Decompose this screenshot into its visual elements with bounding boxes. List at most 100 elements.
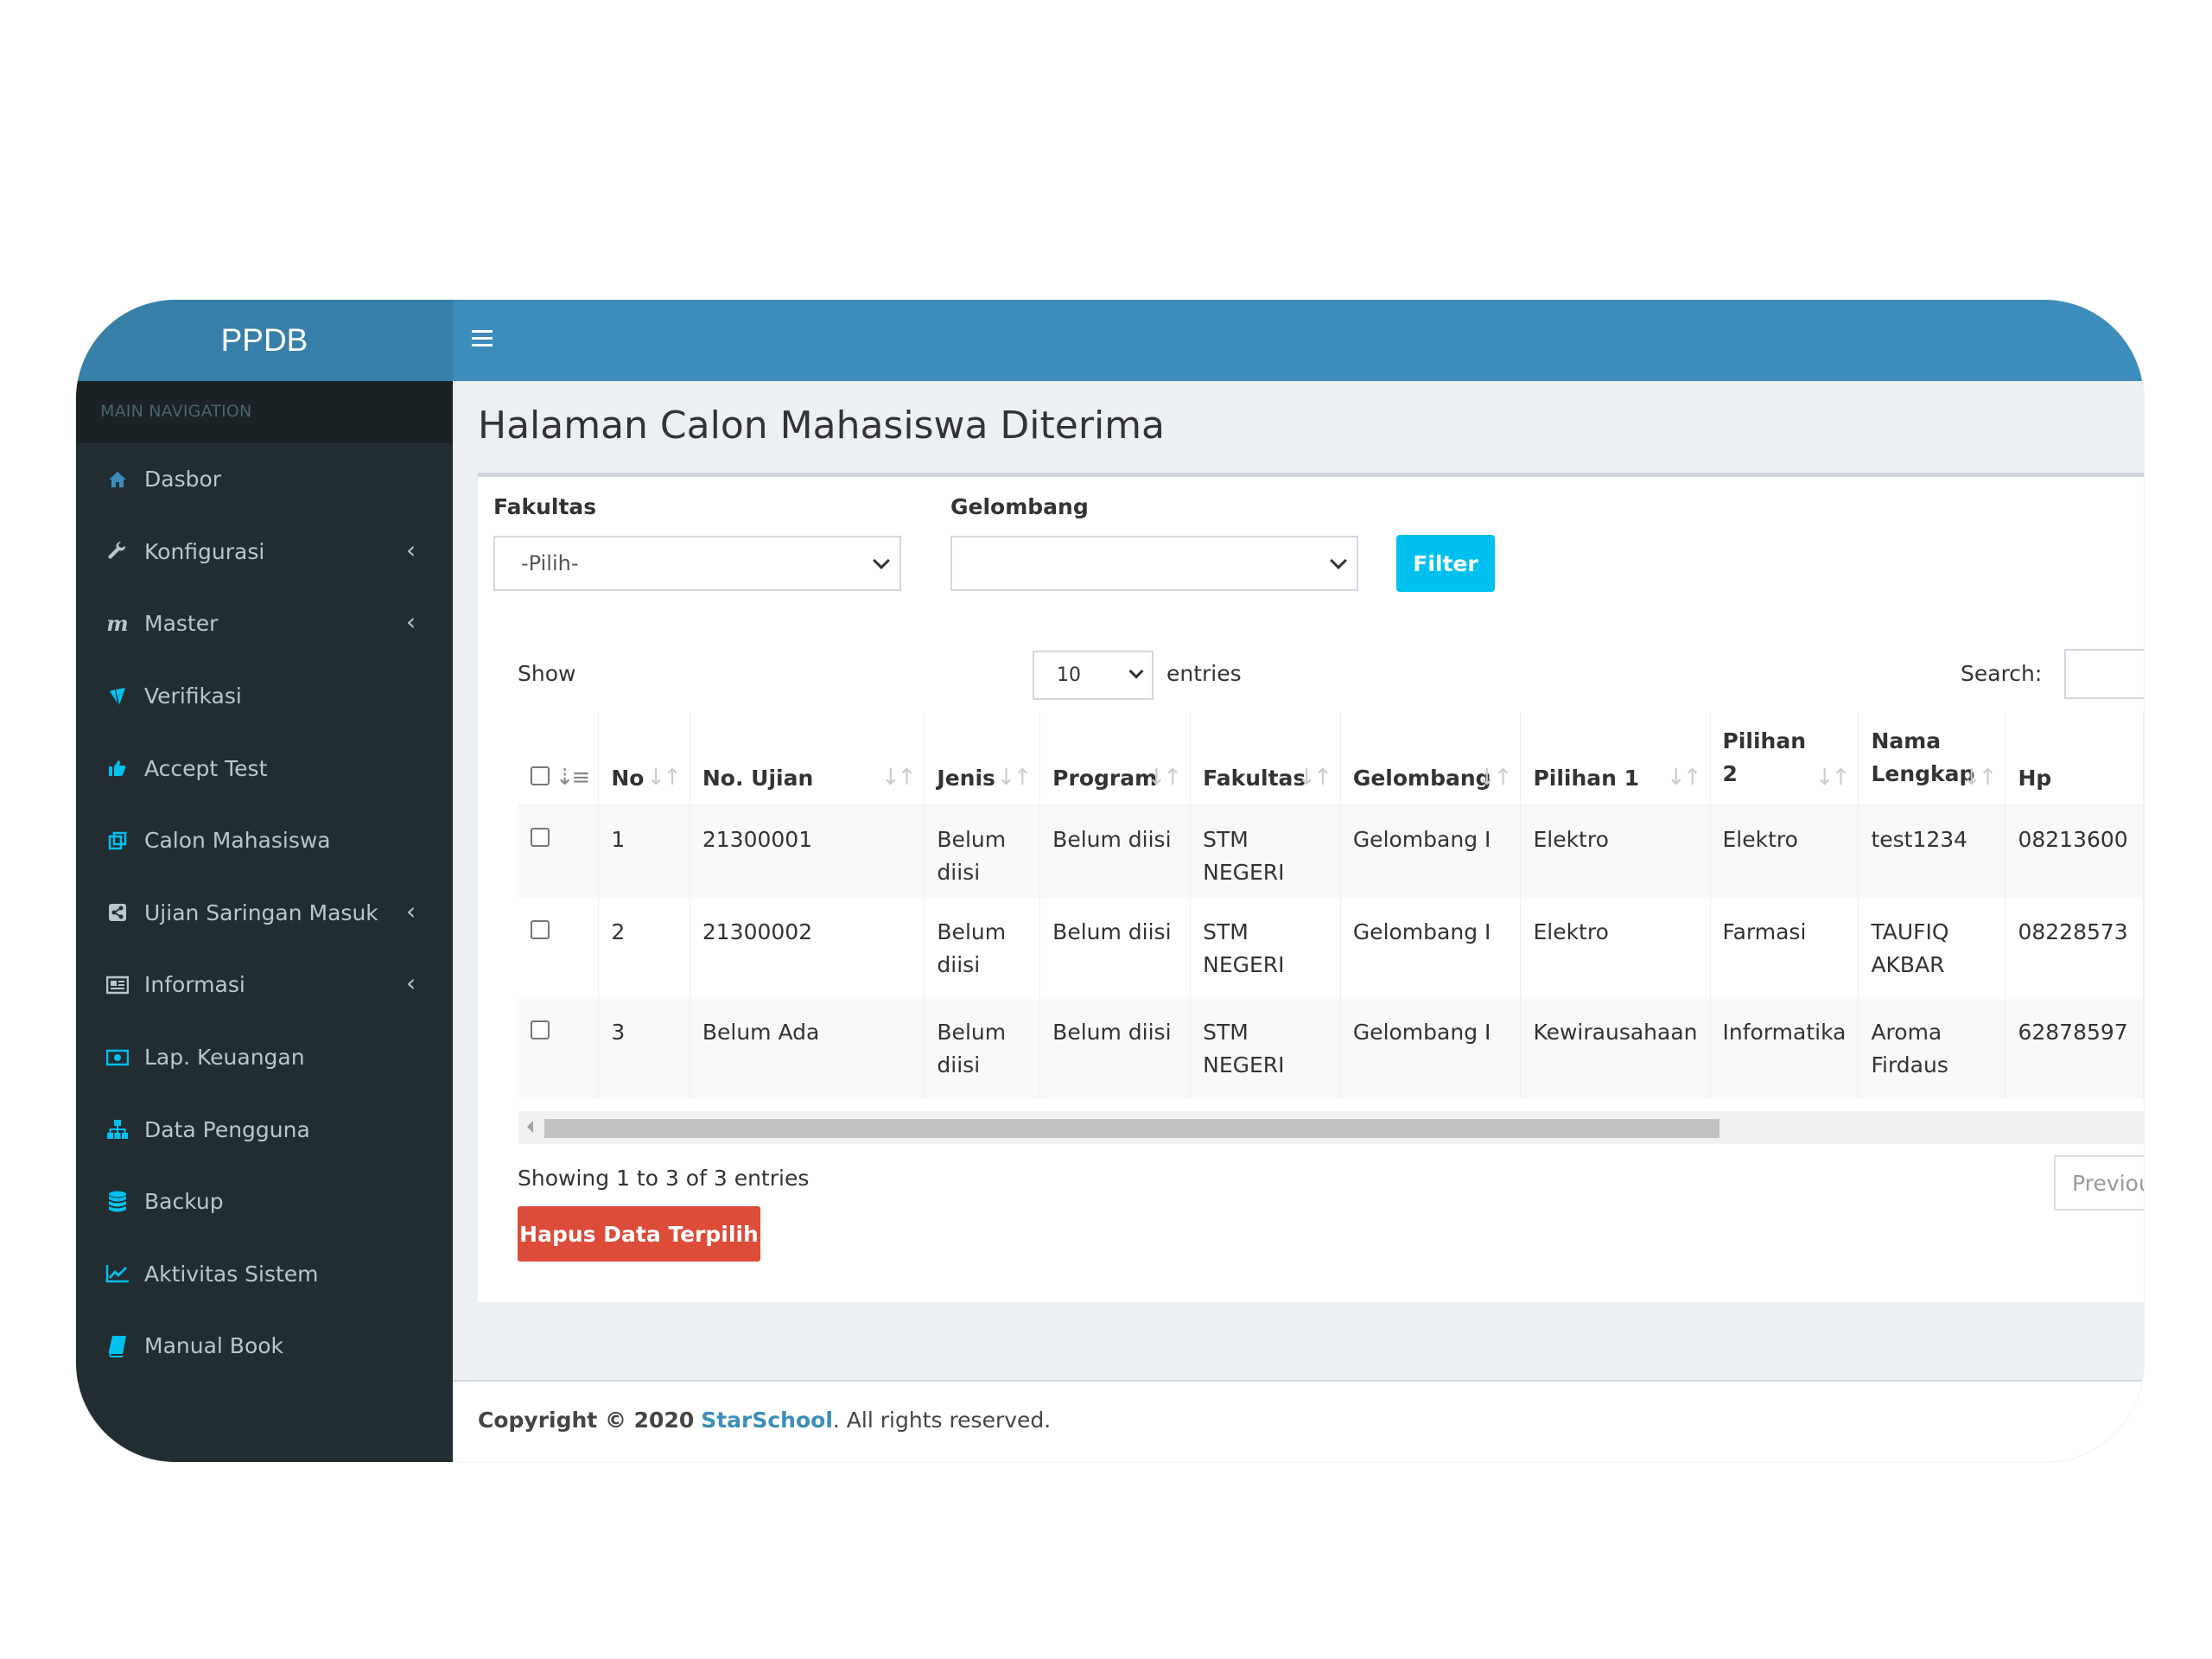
column-header-hp[interactable]: Hp: [2005, 712, 2144, 806]
chevron-left-icon: ‹: [406, 896, 416, 925]
sort-icon: ↓↑: [1961, 765, 1998, 791]
sidebar-item-verifikasi[interactable]: Verifikasi: [76, 660, 453, 733]
clone-icon: [105, 828, 130, 854]
sidebar-item-ujian-saringan-masuk[interactable]: Ujian Saringan Masuk ‹: [76, 877, 453, 950]
sidebar: MAIN NAVIGATION Dasbor Konfigurasi ‹ m M…: [76, 381, 453, 1462]
column-header-jenis[interactable]: Jenis ↓↑: [924, 712, 1041, 806]
column-header-no-ujian[interactable]: No. Ujian ↓↑: [690, 712, 925, 806]
table-cell: 3: [598, 999, 690, 1099]
sidebar-toggle-icon[interactable]: [472, 330, 493, 349]
sidebar-item-label: Calon Mahasiswa: [144, 828, 331, 854]
money-icon: [105, 1045, 130, 1071]
table-cell: Belum diisi: [924, 899, 1041, 999]
scroll-left-icon[interactable]: [527, 1121, 533, 1133]
app-logo[interactable]: PPDB: [76, 300, 453, 381]
row-checkbox[interactable]: [531, 920, 550, 939]
sidebar-item-informasi[interactable]: Informasi ‹: [76, 949, 453, 1021]
column-header-program[interactable]: Program ↓↑: [1039, 712, 1192, 806]
table-cell: Belum diisi: [1039, 805, 1192, 899]
fakultas-selected-value: -Pilih-: [521, 551, 579, 575]
wrench-icon: [105, 538, 130, 564]
fakultas-select[interactable]: -Pilih-: [493, 536, 901, 591]
table-cell: Gelombang I: [1340, 999, 1522, 1099]
sidebar-item-aktivitas-sistem[interactable]: Aktivitas Sistem: [76, 1238, 453, 1311]
sidebar-item-konfigurasi[interactable]: Konfigurasi ‹: [76, 516, 453, 588]
row-checkbox[interactable]: [531, 1020, 550, 1039]
app-window: PPDB MAIN NAVIGATION Dasbor Konfigurasi …: [76, 300, 2144, 1462]
sidebar-item-label: Informasi: [144, 972, 245, 998]
entries-length-select[interactable]: 10: [1033, 651, 1154, 700]
column-header-gelombang[interactable]: Gelombang ↓↑: [1340, 712, 1522, 806]
table-cell: 08228573: [2005, 899, 2144, 999]
table-cell: 62878597: [2005, 999, 2144, 1099]
table-row: 1 21300001 Belum diisi Belum diisi STM N…: [518, 805, 2144, 899]
chevron-left-icon: ‹: [406, 607, 416, 637]
sidebar-item-label: Ujian Saringan Masuk: [144, 899, 378, 925]
verify-icon: [105, 683, 130, 709]
share-icon: [105, 899, 130, 925]
table-header-row: ⇣≡ No ↓↑ No. Ujian ↓↑ Jenis ↓↑ Program ↓↑ Fa…: [518, 712, 2144, 806]
table-cell: STM NEGERI: [1190, 999, 1341, 1099]
table-cell: 21300001: [690, 805, 925, 899]
content-box: Fakultas -Pilih- Gelombang Filter Show 1…: [478, 473, 2144, 1302]
sidebar-item-label: Accept Test: [144, 755, 268, 781]
pagination-previous[interactable]: Previous: [2054, 1155, 2144, 1211]
data-table-wrapper: ⇣≡ No ↓↑ No. Ujian ↓↑ Jenis ↓↑ Program ↓↑ Fa…: [518, 712, 2144, 1109]
footer: Copyright © 2020 StarSchool. All rights …: [453, 1380, 2144, 1462]
gelombang-label: Gelombang: [950, 494, 1089, 519]
delete-selected-button[interactable]: Hapus Data Terpilih: [518, 1206, 760, 1262]
table-cell: Gelombang I: [1340, 805, 1522, 899]
table-cell: Aroma Firdaus: [1858, 999, 2006, 1099]
book-icon: [105, 1333, 130, 1359]
sidebar-item-label: Dasbor: [144, 467, 222, 493]
column-header-pilihan-1[interactable]: Pilihan 1 ↓↑: [1520, 712, 1711, 806]
select-all-checkbox[interactable]: [531, 766, 550, 785]
newspaper-icon: [105, 972, 130, 998]
row-checkbox[interactable]: [531, 828, 550, 847]
sidebar-item-manual-book[interactable]: Manual Book: [76, 1310, 453, 1382]
column-header-fakultas[interactable]: Fakultas ↓↑: [1190, 712, 1341, 806]
sort-icon: ↓↑: [646, 765, 682, 791]
table-cell: Gelombang I: [1340, 899, 1522, 999]
chevron-down-icon: [1330, 552, 1347, 569]
table-info: Showing 1 to 3 of 3 entries: [518, 1166, 810, 1191]
scrollbar-thumb[interactable]: [544, 1119, 1719, 1138]
sidebar-item-master[interactable]: m Master ‹: [76, 588, 453, 660]
home-icon: [105, 467, 130, 493]
table-cell: STM NEGERI: [1190, 899, 1341, 999]
sidebar-item-label: Master: [144, 611, 219, 637]
brand-link[interactable]: StarSchool: [701, 1408, 833, 1433]
copyright-text: Copyright © 2020: [478, 1408, 695, 1433]
sort-icon: ↓↑: [1477, 765, 1513, 791]
rights-text: . All rights reserved.: [832, 1408, 1052, 1433]
table-cell: 1: [598, 805, 690, 899]
sidebar-header: MAIN NAVIGATION: [76, 381, 453, 443]
page-title: Halaman Calon Mahasiswa Diterima: [478, 404, 1165, 448]
chevron-left-icon: ‹: [406, 535, 416, 564]
entries-label: entries: [1166, 661, 1242, 686]
column-header-pilihan-2[interactable]: Pilihan 2 ↓↑: [1710, 712, 1859, 806]
table-cell: TAUFIQ AKBAR: [1858, 899, 2006, 999]
sort-asc-icon[interactable]: ⇣≡: [556, 765, 591, 791]
horizontal-scrollbar[interactable]: [518, 1111, 2144, 1144]
sidebar-item-dasbor[interactable]: Dasbor: [76, 443, 453, 516]
sitemap-icon: [105, 1116, 130, 1142]
sidebar-item-data-pengguna[interactable]: Data Pengguna: [76, 1093, 453, 1166]
table-row: 3 Belum Ada Belum diisi Belum diisi STM …: [518, 999, 2144, 1099]
sidebar-item-lap-keuangan[interactable]: Lap. Keuangan: [76, 1021, 453, 1094]
table-cell: STM NEGERI: [1190, 805, 1341, 899]
sidebar-item-calon-mahasiswa[interactable]: Calon Mahasiswa: [76, 804, 453, 877]
table-cell: Elektro: [1710, 805, 1859, 899]
filter-button[interactable]: Filter: [1396, 535, 1495, 592]
column-header-no[interactable]: No ↓↑: [598, 712, 690, 806]
search-input[interactable]: [2064, 649, 2144, 699]
sidebar-item-backup[interactable]: Backup: [76, 1166, 453, 1238]
column-header-nama-lengkap[interactable]: Nama Lengkap ↓↑: [1858, 712, 2006, 806]
sidebar-item-label: Data Pengguna: [144, 1116, 310, 1142]
master-icon: m: [106, 611, 129, 637]
database-icon: [105, 1189, 130, 1215]
sidebar-item-label: Lap. Keuangan: [144, 1045, 305, 1071]
gelombang-select[interactable]: [950, 536, 1358, 591]
sidebar-item-accept-test[interactable]: Accept Test: [76, 732, 453, 804]
table-cell: Elektro: [1520, 899, 1711, 999]
